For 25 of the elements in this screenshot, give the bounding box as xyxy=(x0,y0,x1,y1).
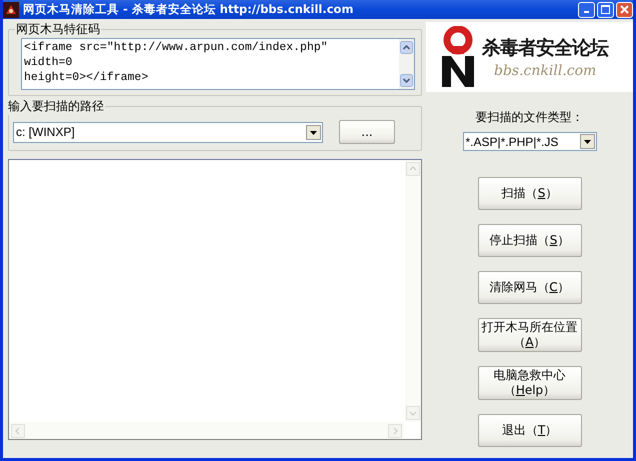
maximize-icon[interactable] xyxy=(601,5,610,14)
close-button[interactable] xyxy=(616,2,633,18)
action-button[interactable]: 扫描（S） xyxy=(478,177,582,210)
scroll-up-icon[interactable] xyxy=(400,41,413,54)
action-button[interactable]: 退出（T） xyxy=(478,414,582,447)
action-button[interactable]: 清除网马（C） xyxy=(478,271,582,304)
minimize-button[interactable] xyxy=(578,2,595,18)
action-button[interactable]: 打开木马所在位置（A） xyxy=(478,318,582,352)
group-label: 网页木马特征码 xyxy=(15,21,101,38)
close-icon[interactable] xyxy=(620,5,629,14)
signature-textarea[interactable]: <iframe src="http://www.arpun.com/index.php" width=0 height=0></iframe> xyxy=(21,38,415,90)
logo-subtitle: bbs.cnkill.com xyxy=(493,63,598,79)
group-label: 输入要扫描的路径 xyxy=(7,98,105,115)
file-type-dropdown[interactable]: *.ASP|*.PHP|*.JS xyxy=(462,132,596,151)
action-button[interactable]: 停止扫描（S） xyxy=(478,224,582,257)
vertical-scrollbar[interactable] xyxy=(399,39,414,89)
file-type-label: 要扫描的文件类型： xyxy=(476,109,584,126)
action-button[interactable]: 电脑急救中心（Help） xyxy=(478,366,582,400)
logo-title: 杀毒者安全论坛 xyxy=(482,36,608,61)
maximize-button[interactable] xyxy=(597,2,614,18)
window-title: 网页木马清除工具 - 杀毒者安全论坛 http://bbs.cnkill.com xyxy=(23,2,354,17)
path-dropdown[interactable]: c: [WINXP] xyxy=(13,122,323,142)
app-icon xyxy=(3,2,19,18)
scroll-down-icon[interactable] xyxy=(400,74,413,87)
browse-button[interactable]: ... xyxy=(339,120,395,144)
